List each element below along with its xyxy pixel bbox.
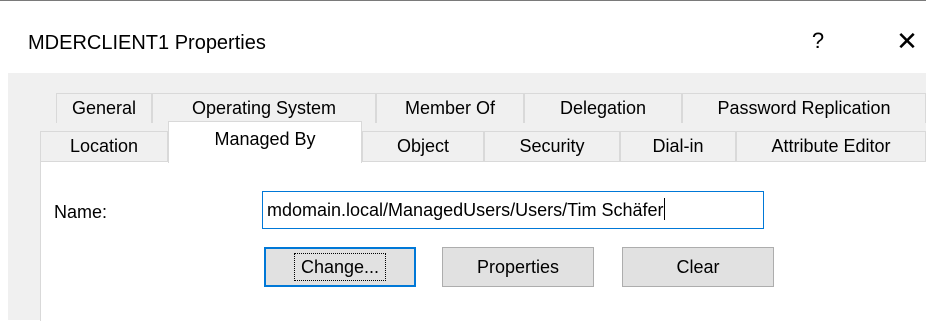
change-button[interactable]: Change...: [264, 247, 416, 287]
tab-dial-in[interactable]: Dial-in: [620, 131, 736, 161]
tab-general[interactable]: General: [56, 93, 152, 123]
tab-member-of[interactable]: Member Of: [376, 93, 524, 123]
tab-managed-by[interactable]: Managed By: [168, 121, 362, 163]
close-icon[interactable]: ✕: [888, 23, 926, 59]
name-label: Name:: [54, 202, 108, 222]
dialog-left-edge: [0, 73, 8, 321]
tab-attribute-editor[interactable]: Attribute Editor: [736, 131, 926, 161]
tab-delegation[interactable]: Delegation: [524, 93, 682, 123]
text-caret: [664, 198, 666, 220]
help-icon[interactable]: ?: [800, 23, 836, 59]
tab-operating-system[interactable]: Operating System: [152, 93, 376, 123]
name-field[interactable]: mdomain.local/ManagedUsers/Users/Tim Sch…: [262, 191, 764, 229]
tab-object[interactable]: Object: [362, 131, 484, 161]
tab-password-replication[interactable]: Password Replication: [682, 93, 926, 123]
properties-dialog: MDERCLIENT1 Properties ? ✕ General Opera…: [0, 0, 926, 321]
properties-button[interactable]: Properties: [442, 247, 594, 287]
name-value: mdomain.local/ManagedUsers/Users/Tim Sch…: [267, 200, 664, 220]
tab-location[interactable]: Location: [40, 131, 168, 161]
tab-security[interactable]: Security: [484, 131, 620, 161]
clear-button[interactable]: Clear: [622, 247, 774, 287]
title-bar[interactable]: MDERCLIENT1 Properties ? ✕: [0, 1, 926, 73]
window-title: MDERCLIENT1 Properties: [28, 32, 266, 54]
change-button-label: Change...: [293, 253, 387, 281]
managed-by-panel: [40, 161, 926, 321]
